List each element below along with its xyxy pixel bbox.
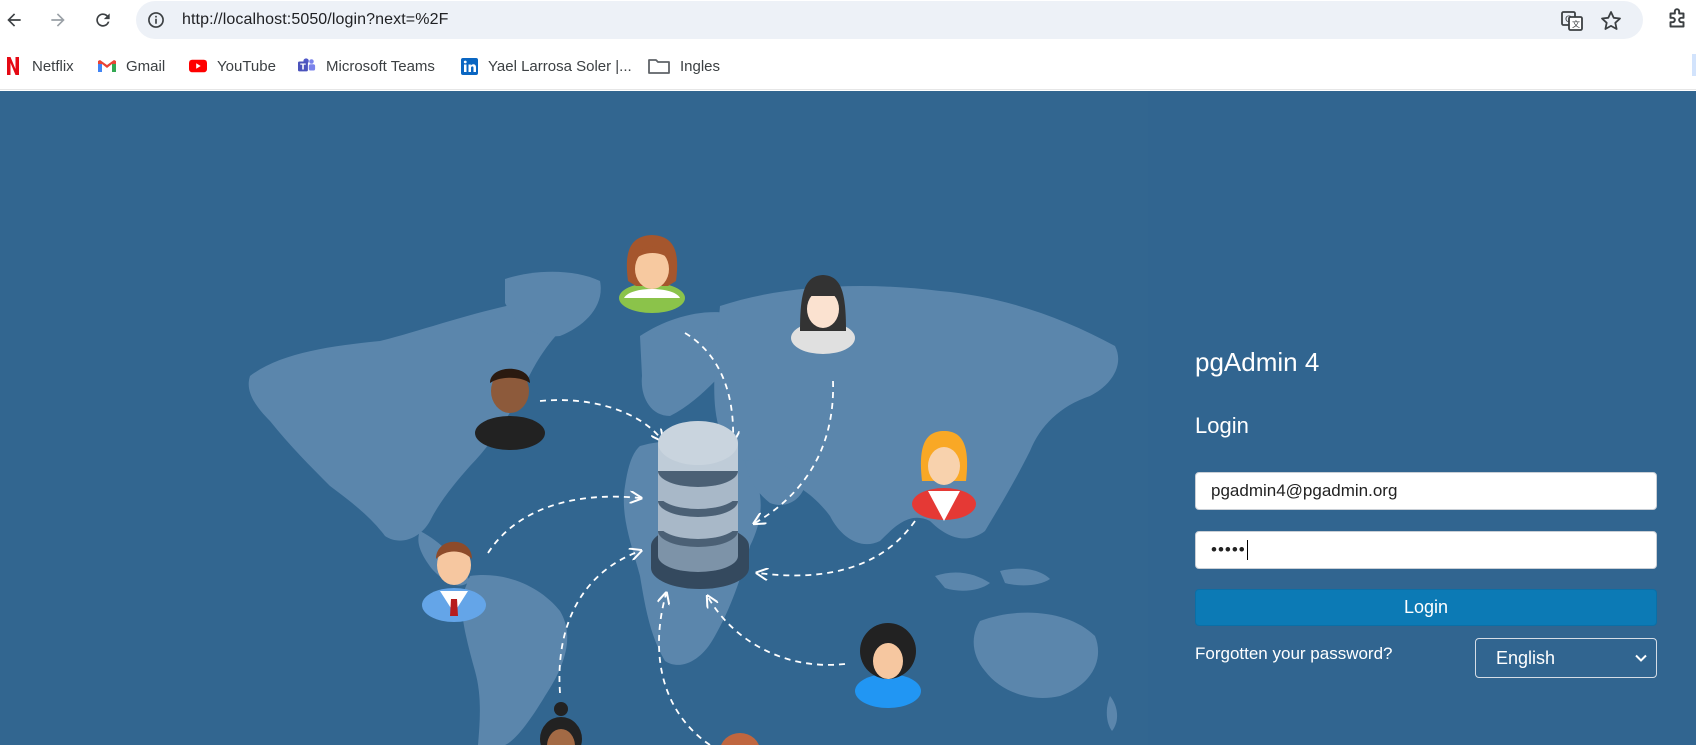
bookmark-label: Microsoft Teams bbox=[326, 57, 435, 75]
bookmark-label: Yael Larrosa Soler |... bbox=[488, 57, 632, 75]
extensions-puzzle-icon[interactable] bbox=[1664, 7, 1690, 33]
svg-text:文: 文 bbox=[1572, 19, 1580, 29]
linkedin-icon bbox=[460, 57, 478, 75]
svg-text:T: T bbox=[300, 62, 306, 72]
bookmark-folder-ingles[interactable]: Ingles bbox=[648, 56, 720, 76]
bookmark-star-icon[interactable] bbox=[1599, 9, 1623, 33]
person-avatar-partial-bottom bbox=[721, 733, 759, 745]
password-field[interactable]: ••••• bbox=[1195, 531, 1657, 569]
person-avatar-woman-bun bbox=[540, 702, 582, 745]
netflix-icon bbox=[4, 57, 22, 75]
arrow-left-icon bbox=[7, 13, 21, 27]
bookmark-label: YouTube bbox=[217, 57, 276, 75]
world-map-illustration bbox=[248, 235, 1119, 745]
person-avatar-afro-man bbox=[855, 623, 921, 708]
login-button[interactable]: Login bbox=[1195, 589, 1657, 626]
bookmark-netflix[interactable]: Netflix bbox=[4, 56, 74, 76]
email-value: pgadmin4@pgadmin.org bbox=[1211, 481, 1398, 500]
folder-icon bbox=[648, 57, 670, 75]
reload-icon bbox=[96, 13, 110, 27]
bookmark-gmail[interactable]: Gmail bbox=[98, 56, 165, 76]
language-value: English bbox=[1496, 647, 1556, 668]
gmail-icon bbox=[98, 57, 116, 75]
language-select[interactable]: English bbox=[1475, 638, 1657, 678]
app-title: pgAdmin 4 bbox=[1195, 347, 1320, 377]
bookmarks-overflow-indicator bbox=[1692, 54, 1696, 76]
bookmark-label: Netflix bbox=[32, 57, 74, 75]
address-bar[interactable]: http://localhost:5050/login?next=%2F G 文 bbox=[136, 1, 1643, 39]
browser-toolbar: http://localhost:5050/login?next=%2F G 文 bbox=[0, 0, 1696, 40]
site-info-icon[interactable] bbox=[146, 10, 166, 30]
youtube-icon bbox=[189, 57, 207, 75]
forward-button[interactable] bbox=[44, 6, 72, 34]
email-field[interactable]: pgadmin4@pgadmin.org bbox=[1195, 472, 1657, 510]
person-avatar-woman-red-hair bbox=[619, 235, 685, 313]
url-text: http://localhost:5050/login?next=%2F bbox=[182, 11, 449, 28]
bookmark-teams[interactable]: T Microsoft Teams bbox=[298, 56, 435, 76]
chevron-down-icon bbox=[1635, 654, 1647, 662]
bookmarks-bar: Netflix Gmail YouTube T Microsoft Teams … bbox=[0, 40, 1696, 90]
bookmark-label: Ingles bbox=[680, 57, 721, 75]
password-value: ••••• bbox=[1211, 540, 1246, 559]
login-form: pgAdmin 4 Login pgadmin4@pgadmin.org •••… bbox=[1195, 91, 1657, 745]
arrow-right-icon bbox=[51, 13, 65, 27]
reload-button[interactable] bbox=[89, 6, 117, 34]
login-heading: Login bbox=[1195, 413, 1249, 438]
translate-icon[interactable]: G 文 bbox=[1560, 9, 1584, 33]
teams-icon: T bbox=[298, 57, 316, 75]
forgot-password-link[interactable]: Forgotten your password? bbox=[1195, 644, 1393, 664]
database-icon bbox=[651, 421, 749, 589]
text-caret bbox=[1246, 540, 1248, 560]
bookmark-youtube[interactable]: YouTube bbox=[189, 56, 276, 76]
login-page: pgAdmin 4 Login pgadmin4@pgadmin.org •••… bbox=[0, 91, 1696, 745]
back-button[interactable] bbox=[0, 6, 28, 34]
bookmark-linkedin[interactable]: Yael Larrosa Soler |... bbox=[460, 56, 632, 76]
bookmark-label: Gmail bbox=[126, 57, 166, 75]
